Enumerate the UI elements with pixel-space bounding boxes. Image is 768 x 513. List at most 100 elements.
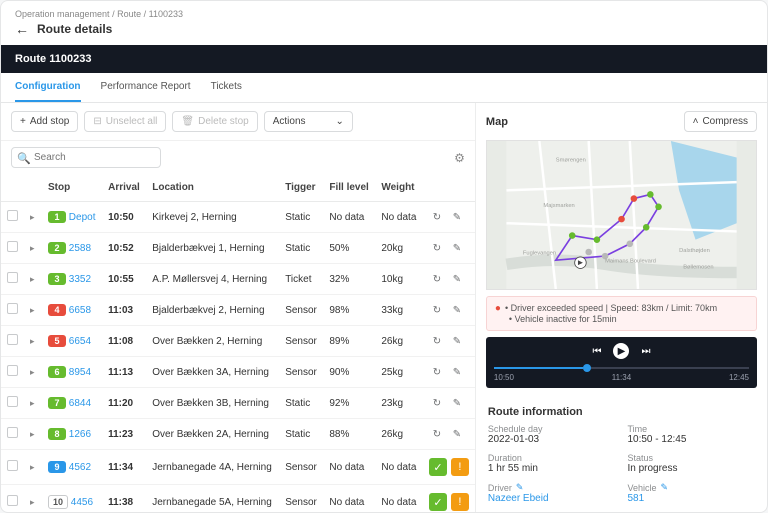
table-row: ▸ 1 Depot 10:50 Kirkevej 2, Herning Stat… bbox=[1, 202, 475, 233]
plus-icon: + bbox=[20, 116, 26, 127]
expand-icon[interactable]: ▸ bbox=[30, 305, 35, 316]
delete-stop-button[interactable]: 🗑Delete stop bbox=[172, 111, 257, 132]
table-row: ▸ 6 8954 11:13 Over Bækken 3A, Herning S… bbox=[1, 357, 475, 388]
cell-fill: 98% bbox=[323, 295, 375, 326]
search-input[interactable] bbox=[11, 147, 161, 168]
col-fill[interactable]: Fill level bbox=[323, 174, 375, 202]
expand-icon[interactable]: ▸ bbox=[30, 243, 35, 254]
crumb-route[interactable]: Route bbox=[117, 9, 141, 19]
prev-icon[interactable]: ⏮ bbox=[592, 346, 601, 357]
edit-icon[interactable]: ✎ bbox=[449, 336, 465, 347]
page-title: Route details bbox=[37, 22, 112, 36]
stop-index-badge: 4 bbox=[48, 304, 66, 316]
refresh-icon[interactable]: ↻ bbox=[429, 212, 445, 223]
row-checkbox[interactable] bbox=[7, 272, 18, 283]
refresh-icon[interactable]: ↻ bbox=[429, 367, 445, 378]
alert-dot-icon: ● bbox=[495, 303, 501, 314]
timeline[interactable] bbox=[494, 367, 749, 369]
stop-link[interactable]: 6654 bbox=[69, 336, 91, 347]
stop-link[interactable]: 4562 bbox=[69, 462, 91, 473]
tab-performance[interactable]: Performance Report bbox=[101, 73, 191, 102]
refresh-icon[interactable]: ↻ bbox=[429, 305, 445, 316]
tab-tickets[interactable]: Tickets bbox=[211, 73, 242, 102]
status-ok-icon[interactable]: ✓ bbox=[429, 458, 447, 476]
expand-icon[interactable]: ▸ bbox=[30, 462, 35, 473]
map-canvas[interactable]: Smørengen Maimans Boulevard Dalsthøjden … bbox=[486, 140, 757, 290]
refresh-icon[interactable]: ↻ bbox=[429, 274, 445, 285]
stop-link[interactable]: 3352 bbox=[69, 274, 91, 285]
edit-icon[interactable]: ✎ bbox=[449, 367, 465, 378]
stops-table: Stop Arrival Location Tigger Fill level … bbox=[1, 174, 475, 512]
stop-link[interactable]: 2588 bbox=[69, 243, 91, 254]
stop-link[interactable]: 6844 bbox=[69, 398, 91, 409]
expand-icon[interactable]: ▸ bbox=[30, 497, 35, 508]
back-arrow-icon[interactable]: ← bbox=[15, 21, 29, 37]
cell-fill: 90% bbox=[323, 357, 375, 388]
cell-weight: 26kg bbox=[375, 419, 423, 450]
cell-trigger: Static bbox=[279, 202, 323, 233]
stop-index-badge: 3 bbox=[48, 273, 66, 285]
row-checkbox[interactable] bbox=[7, 365, 18, 376]
row-checkbox[interactable] bbox=[7, 210, 18, 221]
edit-icon[interactable]: ✎ bbox=[449, 305, 465, 316]
play-icon[interactable]: ▶ bbox=[613, 343, 629, 359]
edit-vehicle-icon[interactable]: ✎ bbox=[661, 482, 669, 493]
col-arrival[interactable]: Arrival bbox=[102, 174, 146, 202]
refresh-icon[interactable]: ↻ bbox=[429, 429, 445, 440]
col-location[interactable]: Location bbox=[146, 174, 279, 202]
unselect-button[interactable]: ⊟Unselect all bbox=[84, 111, 166, 132]
status-ok-icon[interactable]: ✓ bbox=[429, 493, 447, 511]
edit-icon[interactable]: ✎ bbox=[449, 243, 465, 254]
col-trigger[interactable]: Tigger bbox=[279, 174, 323, 202]
col-stop[interactable]: Stop bbox=[42, 174, 102, 202]
expand-icon[interactable]: ▸ bbox=[30, 398, 35, 409]
val-vehicle[interactable]: 581 bbox=[627, 493, 755, 504]
gear-icon[interactable]: ⚙ bbox=[454, 151, 465, 165]
alert-box: ●• Driver exceeded speed | Speed: 83km /… bbox=[486, 296, 757, 331]
row-checkbox[interactable] bbox=[7, 495, 18, 506]
route-header: Route 1100233 bbox=[1, 45, 767, 73]
val-driver[interactable]: Nazeer Ebeid bbox=[488, 493, 616, 504]
edit-icon[interactable]: ✎ bbox=[449, 274, 465, 285]
cell-location: Jernbanegade 4A, Herning bbox=[146, 450, 279, 485]
expand-icon[interactable]: ▸ bbox=[30, 367, 35, 378]
cell-arrival: 11:08 bbox=[102, 326, 146, 357]
edit-icon[interactable]: ✎ bbox=[449, 398, 465, 409]
crumb-id: 1100233 bbox=[149, 9, 183, 19]
stop-link[interactable]: 4456 bbox=[71, 497, 93, 508]
status-warn-icon[interactable]: ! bbox=[451, 493, 469, 511]
refresh-icon[interactable]: ↻ bbox=[429, 398, 445, 409]
edit-icon[interactable]: ✎ bbox=[449, 429, 465, 440]
row-checkbox[interactable] bbox=[7, 241, 18, 252]
stop-link[interactable]: 1266 bbox=[69, 429, 91, 440]
lbl-vehicle: Vehicle ✎ bbox=[627, 482, 755, 493]
stop-link[interactable]: 6658 bbox=[69, 305, 91, 316]
cell-location: Over Bækken 2, Herning bbox=[146, 326, 279, 357]
status-warn-icon[interactable]: ! bbox=[451, 458, 469, 476]
expand-icon[interactable]: ▸ bbox=[30, 429, 35, 440]
stop-link[interactable]: Depot bbox=[69, 212, 96, 223]
crumb-op[interactable]: Operation management bbox=[15, 9, 110, 19]
edit-driver-icon[interactable]: ✎ bbox=[516, 482, 524, 493]
add-stop-button[interactable]: +Add stop bbox=[11, 111, 78, 132]
compress-button[interactable]: ˄ Compress bbox=[684, 111, 757, 132]
expand-icon[interactable]: ▸ bbox=[30, 212, 35, 223]
table-row: ▸ 4 6658 11:03 Bjalderbækvej 2, Herning … bbox=[1, 295, 475, 326]
actions-select[interactable]: Actions⌄ bbox=[264, 111, 353, 132]
next-icon[interactable]: ⏭ bbox=[641, 346, 650, 357]
expand-icon[interactable]: ▸ bbox=[30, 336, 35, 347]
row-checkbox[interactable] bbox=[7, 460, 18, 471]
cell-trigger: Static bbox=[279, 419, 323, 450]
refresh-icon[interactable]: ↻ bbox=[429, 243, 445, 254]
refresh-icon[interactable]: ↻ bbox=[429, 336, 445, 347]
tab-configuration[interactable]: Configuration bbox=[15, 73, 81, 102]
val-schedule: 2022-01-03 bbox=[488, 434, 616, 445]
row-checkbox[interactable] bbox=[7, 303, 18, 314]
row-checkbox[interactable] bbox=[7, 427, 18, 438]
col-weight[interactable]: Weight bbox=[375, 174, 423, 202]
expand-icon[interactable]: ▸ bbox=[30, 274, 35, 285]
row-checkbox[interactable] bbox=[7, 396, 18, 407]
stop-link[interactable]: 8954 bbox=[69, 367, 91, 378]
edit-icon[interactable]: ✎ bbox=[449, 212, 465, 223]
row-checkbox[interactable] bbox=[7, 334, 18, 345]
